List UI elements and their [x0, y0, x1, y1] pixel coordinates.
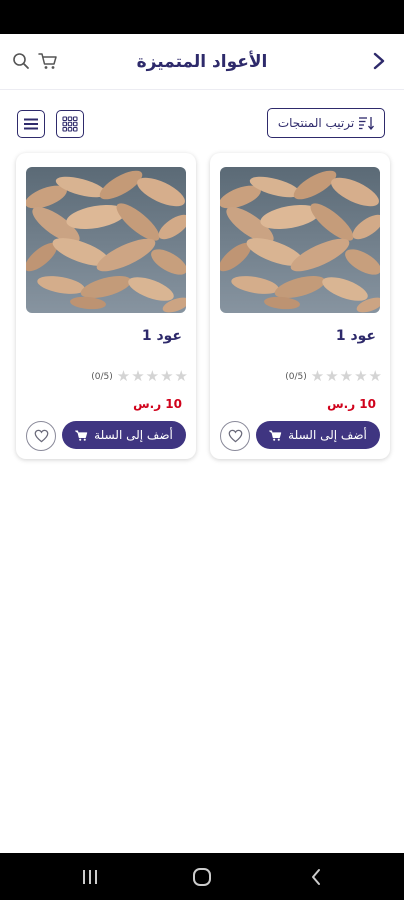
toolbar: ترتيب المنتجات [0, 96, 404, 146]
sort-button[interactable]: ترتيب المنتجات [267, 108, 385, 138]
star-icon: ★ [339, 367, 354, 385]
product-image[interactable] [26, 167, 186, 313]
product-name[interactable]: عود 1 [336, 328, 376, 344]
chevron-right-icon [373, 52, 385, 70]
star-icon: ★ [145, 367, 160, 385]
star-icon: ★ [325, 367, 339, 385]
recents-icon [83, 869, 97, 884]
add-to-cart-label: أضف إلى السلة [288, 428, 367, 442]
product-card[interactable]: عود 1 ★ ★ ★ ★ ★ (0/5) 10 ر.س أضف إلى الس… [210, 153, 390, 459]
grid-view-icon [62, 116, 78, 132]
product-name[interactable]: عود 1 [142, 328, 182, 344]
system-nav-bar [0, 853, 404, 900]
app-header: الأعواد المتميزة [0, 34, 404, 90]
heart-icon [34, 429, 48, 443]
rating-count: (0/5) [285, 371, 307, 382]
add-to-cart-label: أضف إلى السلة [94, 428, 173, 442]
page-title: الأعواد المتميزة [136, 52, 268, 72]
product-image[interactable] [220, 167, 380, 313]
product-rating: ★ ★ ★ ★ ★ (0/5) [285, 369, 382, 384]
star-icon: ★ [368, 367, 382, 385]
rating-count: (0/5) [91, 371, 113, 382]
add-to-cart-button[interactable]: أضف إلى السلة [256, 421, 380, 449]
list-view-icon [24, 118, 38, 130]
add-to-cart-button[interactable]: أضف إلى السلة [62, 421, 186, 449]
product-price: 10 ر.س [133, 397, 182, 411]
star-icon: ★ [174, 367, 188, 385]
star-icon: ★ [354, 367, 368, 385]
back-nav-button[interactable] [286, 853, 346, 900]
sort-label: ترتيب المنتجات [277, 116, 355, 130]
home-icon [193, 867, 211, 886]
home-button[interactable] [172, 853, 232, 900]
recents-button[interactable] [60, 853, 120, 900]
cart-icon [269, 429, 282, 441]
heart-icon [228, 429, 242, 443]
status-bar [0, 0, 404, 34]
cart-icon [75, 429, 88, 441]
favorite-button[interactable] [220, 421, 250, 451]
favorite-button[interactable] [26, 421, 56, 451]
sort-icon [359, 117, 375, 130]
star-icon: ★ [116, 367, 131, 385]
product-rating: ★ ★ ★ ★ ★ (0/5) [91, 369, 188, 384]
list-view-button[interactable] [17, 110, 45, 138]
product-card[interactable]: عود 1 ★ ★ ★ ★ ★ (0/5) 10 ر.س أضف إلى الس… [16, 153, 196, 459]
back-button[interactable] [366, 48, 392, 74]
star-icon: ★ [310, 367, 325, 385]
star-icon: ★ [160, 367, 174, 385]
product-price: 10 ر.س [327, 397, 376, 411]
star-icon: ★ [131, 367, 145, 385]
grid-view-button[interactable] [56, 110, 84, 138]
back-icon [312, 868, 320, 885]
